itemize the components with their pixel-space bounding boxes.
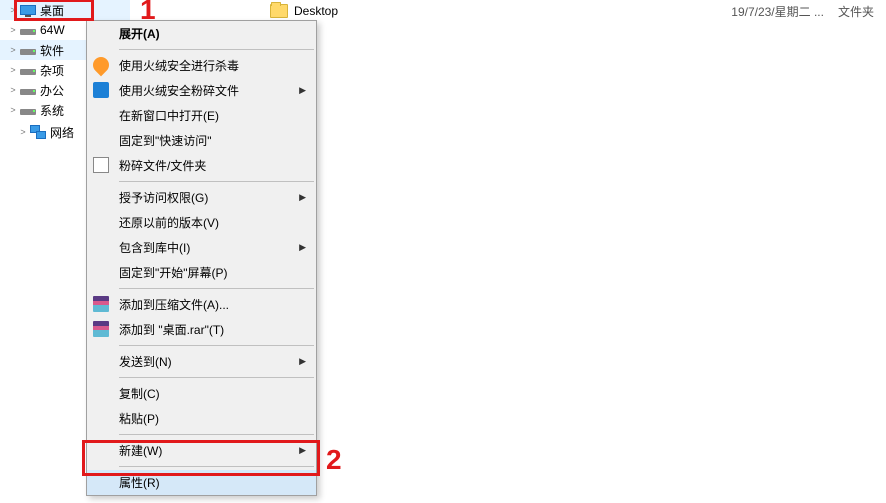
menu-item[interactable]: 粉碎文件/文件夹 [87,153,316,178]
menu-item[interactable]: 固定到"快速访问" [87,128,316,153]
menu-item[interactable]: 固定到"开始"屏幕(P) [87,260,316,285]
menu-item-label: 发送到(N) [119,353,172,370]
submenu-arrow-icon: ▶ [299,192,306,203]
menu-item[interactable]: 添加到压缩文件(A)... [87,292,316,317]
menu-item[interactable]: 复制(C) [87,381,316,406]
menu-item-label: 添加到 "桌面.rar"(T) [119,321,224,338]
menu-item[interactable]: 粘贴(P) [87,406,316,431]
menu-item-label: 包含到库中(I) [119,239,190,256]
chevron-right-icon[interactable]: > [8,85,18,95]
chevron-right-icon[interactable]: > [8,45,18,55]
menu-item-label: 还原以前的版本(V) [119,214,219,231]
menu-separator [119,377,314,378]
folder-icon [270,4,288,18]
menu-item[interactable]: 新建(W) ▶ [87,438,316,463]
menu-item[interactable]: 添加到 "桌面.rar"(T) [87,317,316,342]
menu-item[interactable]: 在新窗口中打开(E) [87,103,316,128]
menu-item-label: 新建(W) [119,442,162,459]
menu-item[interactable]: 发送到(N) ▶ [87,349,316,374]
tree-item-label: 办公 [40,82,64,99]
drive-icon [20,109,36,115]
menu-separator [119,434,314,435]
network-icon [30,125,46,139]
annotation-label-2: 2 [326,444,342,476]
menu-separator [119,288,314,289]
file-list-row[interactable]: Desktop 19/7/23/星期二 ... 文件夹 [270,0,886,22]
menu-item[interactable]: 包含到库中(I) ▶ [87,235,316,260]
drive-icon [20,69,36,75]
rar-icon [93,321,109,337]
file-date: 19/7/23/星期二 ... [731,3,824,20]
menu-item-label: 固定到"快速访问" [119,132,212,149]
menu-item-label: 属性(R) [119,474,160,491]
menu-item-label: 添加到压缩文件(A)... [119,296,229,313]
drive-icon [20,89,36,95]
submenu-arrow-icon: ▶ [299,356,306,367]
menu-item-label: 在新窗口中打开(E) [119,107,219,124]
menu-item-label: 授予访问权限(G) [119,189,208,206]
menu-item-label: 展开(A) [119,25,160,42]
tree-item-label: 杂项 [40,62,64,79]
menu-item-label: 使用火绒安全进行杀毒 [119,57,239,74]
chevron-right-icon[interactable]: > [8,65,18,75]
submenu-arrow-icon: ▶ [299,445,306,456]
menu-separator [119,49,314,50]
drive-icon [20,29,36,35]
menu-item[interactable]: 还原以前的版本(V) [87,210,316,235]
drive-icon [20,49,36,55]
menu-item-label: 粘贴(P) [119,410,159,427]
menu-item[interactable]: 展开(A) [87,21,316,46]
shreddoc-icon [93,157,109,173]
menu-item[interactable]: 授予访问权限(G) ▶ [87,185,316,210]
menu-item[interactable]: 属性(R) [87,470,316,495]
menu-item-label: 使用火绒安全粉碎文件 [119,82,239,99]
chevron-right-icon[interactable]: > [8,5,18,15]
tree-item-label: 桌面 [40,2,64,19]
folder-name: Desktop [294,4,338,18]
submenu-arrow-icon: ▶ [299,85,306,96]
menu-item-label: 复制(C) [119,385,160,402]
annotation-label-1: 1 [140,0,156,26]
tree-item-label: 系统 [40,102,64,119]
menu-item[interactable]: 使用火绒安全进行杀毒 [87,53,316,78]
context-menu: 展开(A) 使用火绒安全进行杀毒使用火绒安全粉碎文件 ▶ 在新窗口中打开(E) 固定到"… [86,20,317,496]
chevron-right-icon[interactable]: > [8,105,18,115]
file-type: 文件夹 [838,3,874,20]
menu-item[interactable]: 使用火绒安全粉碎文件 ▶ [87,78,316,103]
menu-item-label: 粉碎文件/文件夹 [119,157,206,174]
menu-separator [119,181,314,182]
menu-separator [119,345,314,346]
monitor-icon [20,5,36,15]
menu-separator [119,466,314,467]
submenu-arrow-icon: ▶ [299,242,306,253]
tree-item-label: 软件 [40,42,64,59]
menu-item-label: 固定到"开始"屏幕(P) [119,264,228,281]
flame-icon [90,54,113,77]
chevron-right-icon[interactable]: > [18,127,28,137]
tree-item-0[interactable]: > 桌面 [0,0,130,20]
tree-item-label: 64W [40,23,65,37]
shred-icon [93,82,109,98]
rar-icon [93,296,109,312]
tree-item-label: 网络 [50,124,74,141]
chevron-right-icon[interactable]: > [8,25,18,35]
